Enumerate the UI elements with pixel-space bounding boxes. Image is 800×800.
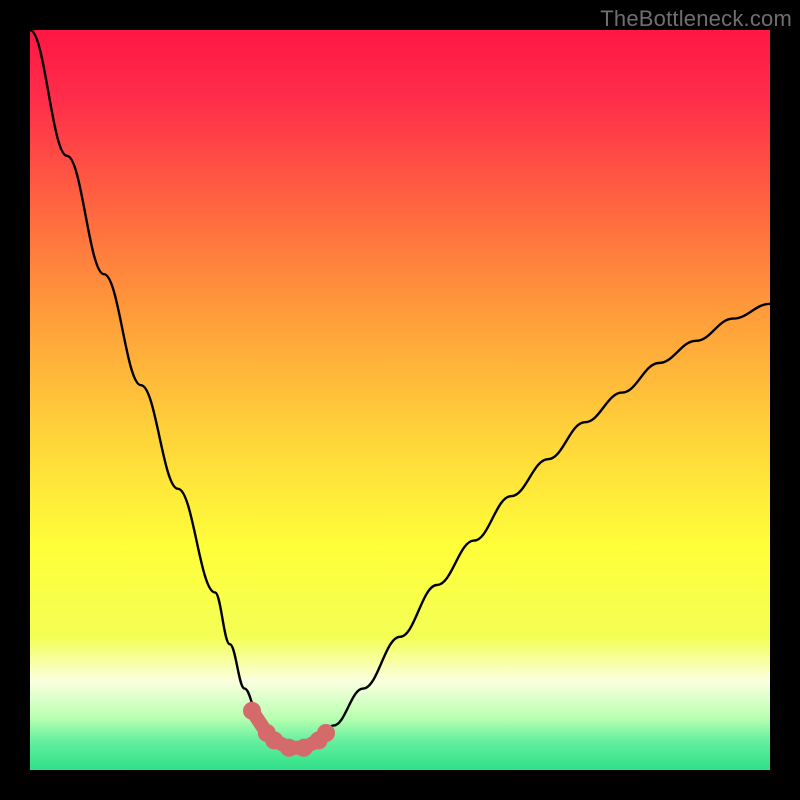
curve-marker — [243, 702, 261, 720]
chart-frame — [30, 30, 770, 770]
curve-marker — [317, 724, 335, 742]
marker-group — [243, 702, 335, 757]
watermark-label: TheBottleneck.com — [600, 6, 792, 32]
bottleneck-curve — [30, 30, 770, 748]
chart-curves — [30, 30, 770, 770]
